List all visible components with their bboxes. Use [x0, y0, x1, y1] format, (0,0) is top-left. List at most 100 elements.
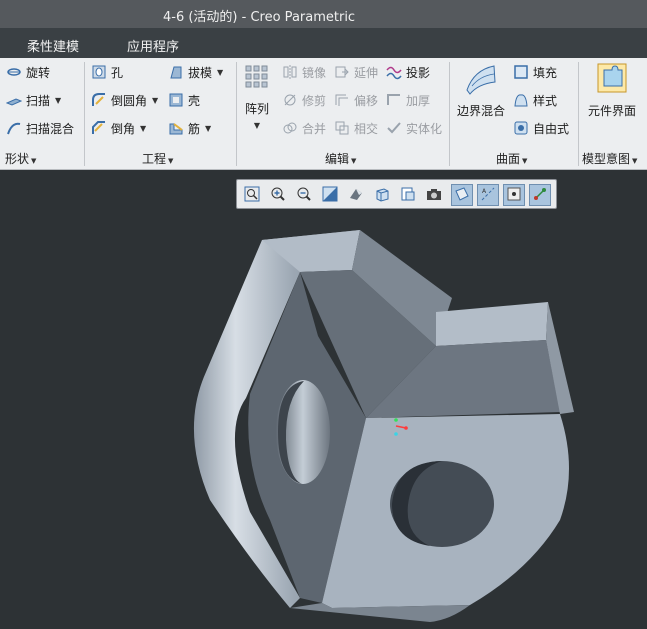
mirror-button[interactable]: 镜像	[282, 61, 326, 83]
intersect-icon	[334, 120, 350, 136]
repaint-button[interactable]	[319, 184, 341, 206]
graphics-area[interactable]	[0, 210, 647, 629]
pattern-button[interactable]: 阵列 ▼	[243, 64, 271, 130]
zoom-out-button[interactable]	[293, 184, 315, 206]
boundary-blend-button[interactable]: 边界混合	[455, 62, 507, 119]
draft-button[interactable]: 拔模 ▼	[168, 61, 223, 83]
intersect-button[interactable]: 相交	[334, 117, 378, 139]
ribbon-tab-bar: 柔性建模 应用程序	[0, 28, 647, 58]
round-icon	[91, 92, 107, 108]
swept-blend-icon	[6, 120, 22, 136]
freestyle-button[interactable]: 自由式	[513, 117, 569, 139]
zoom-in-icon	[270, 186, 286, 205]
chevron-down-icon: ▼	[55, 95, 62, 105]
datum-axes-toggle[interactable]: A	[477, 184, 499, 206]
merge-icon	[282, 120, 298, 136]
round-button[interactable]: 倒圆角 ▼	[91, 89, 158, 111]
shell-icon	[168, 92, 184, 108]
boundary-blend-icon	[464, 62, 498, 96]
csys-z-axis	[394, 432, 398, 436]
datum-point-icon	[506, 186, 522, 205]
thicken-button[interactable]: 加厚	[386, 89, 430, 111]
zoom-out-icon	[296, 186, 312, 205]
merge-button[interactable]: 合并	[282, 117, 326, 139]
component-interface-button[interactable]: 元件界面	[584, 62, 640, 119]
offset-button[interactable]: 偏移	[334, 89, 378, 111]
solidify-button[interactable]: 实体化	[386, 117, 442, 139]
chevron-down-icon: ▼	[152, 95, 159, 105]
freestyle-icon	[513, 120, 529, 136]
graphics-toolbar: A	[236, 179, 557, 209]
zoom-in-button[interactable]	[267, 184, 289, 206]
revolve-button[interactable]: 旋转	[6, 61, 50, 83]
style-button[interactable]: 样式	[513, 89, 557, 111]
draft-icon	[168, 64, 184, 80]
title-bar: 4-6 (活动的) - Creo Parametric	[0, 0, 647, 28]
thicken-icon	[386, 92, 402, 108]
shading-icon	[348, 186, 364, 205]
tab-applications[interactable]: 应用程序	[127, 36, 179, 55]
datum-axis-icon: A	[480, 186, 496, 205]
tab-flexible-modeling[interactable]: 柔性建模	[27, 36, 79, 55]
extend-button[interactable]: 延伸	[334, 61, 378, 83]
revolve-icon	[6, 64, 22, 80]
group-surfaces[interactable]: 曲面 ▼	[496, 150, 527, 166]
extend-icon	[334, 64, 350, 80]
datum-points-toggle[interactable]	[503, 184, 525, 206]
coordinate-system-icon	[532, 186, 548, 205]
datum-planes-toggle[interactable]	[451, 184, 473, 206]
trim-button[interactable]: 修剪	[282, 89, 326, 111]
sweep-icon	[5, 92, 23, 108]
hole-button[interactable]: 孔	[91, 61, 123, 83]
view-manager-icon	[400, 186, 416, 205]
rib-button[interactable]: 筋 ▼	[168, 117, 211, 139]
saved-orientations-button[interactable]	[371, 184, 393, 206]
rib-icon	[168, 120, 184, 136]
chamfer-icon	[91, 120, 107, 136]
shell-button[interactable]: 壳	[168, 89, 200, 111]
swept-blend-button[interactable]: 扫描混合	[6, 117, 74, 139]
chevron-down-icon: ▼	[253, 121, 261, 130]
part-step-top	[436, 302, 548, 346]
style-icon	[513, 92, 529, 108]
cube-icon	[374, 186, 390, 205]
puzzle-icon	[596, 62, 628, 94]
project-icon	[386, 64, 402, 80]
chevron-down-icon: ▼	[168, 157, 174, 165]
csys-toggle[interactable]	[529, 184, 551, 206]
camera-icon	[426, 186, 442, 205]
group-shape[interactable]: 形状 ▼	[5, 150, 36, 166]
chamfer-button[interactable]: 倒角 ▼	[91, 117, 146, 139]
window-title: 4-6 (活动的) - Creo Parametric	[163, 10, 356, 25]
zoom-fit-icon	[244, 186, 260, 205]
fill-icon	[513, 64, 529, 80]
trim-icon	[282, 92, 298, 108]
perspective-view-button[interactable]	[423, 184, 445, 206]
chevron-down-icon: ▼	[217, 67, 224, 77]
chevron-down-icon: ▼	[351, 157, 357, 165]
repaint-icon	[322, 186, 338, 205]
group-separator	[236, 62, 237, 166]
solidify-icon	[386, 120, 402, 136]
mirror-icon	[282, 64, 298, 80]
offset-icon	[334, 92, 350, 108]
group-model-intent[interactable]: 模型意图 ▼	[582, 150, 637, 166]
display-style-button[interactable]	[345, 184, 367, 206]
refit-button[interactable]	[241, 184, 263, 206]
chevron-down-icon: ▼	[205, 123, 212, 133]
chevron-down-icon: ▼	[632, 157, 638, 165]
sweep-button[interactable]: 扫描 ▼	[5, 89, 62, 111]
datum-plane-icon	[454, 186, 470, 205]
group-separator	[84, 62, 85, 166]
csys-y-axis	[394, 418, 398, 422]
group-separator	[449, 62, 450, 166]
group-engineering[interactable]: 工程 ▼	[142, 150, 173, 166]
view-manager-button[interactable]	[397, 184, 419, 206]
chevron-down-icon: ▼	[31, 157, 37, 165]
group-editing[interactable]: 编辑 ▼	[325, 150, 356, 166]
hole-icon	[91, 64, 107, 80]
3d-model-view	[193, 230, 574, 622]
fill-button[interactable]: 填充	[513, 61, 557, 83]
project-button[interactable]: 投影	[386, 61, 430, 83]
chevron-down-icon: ▼	[140, 123, 147, 133]
